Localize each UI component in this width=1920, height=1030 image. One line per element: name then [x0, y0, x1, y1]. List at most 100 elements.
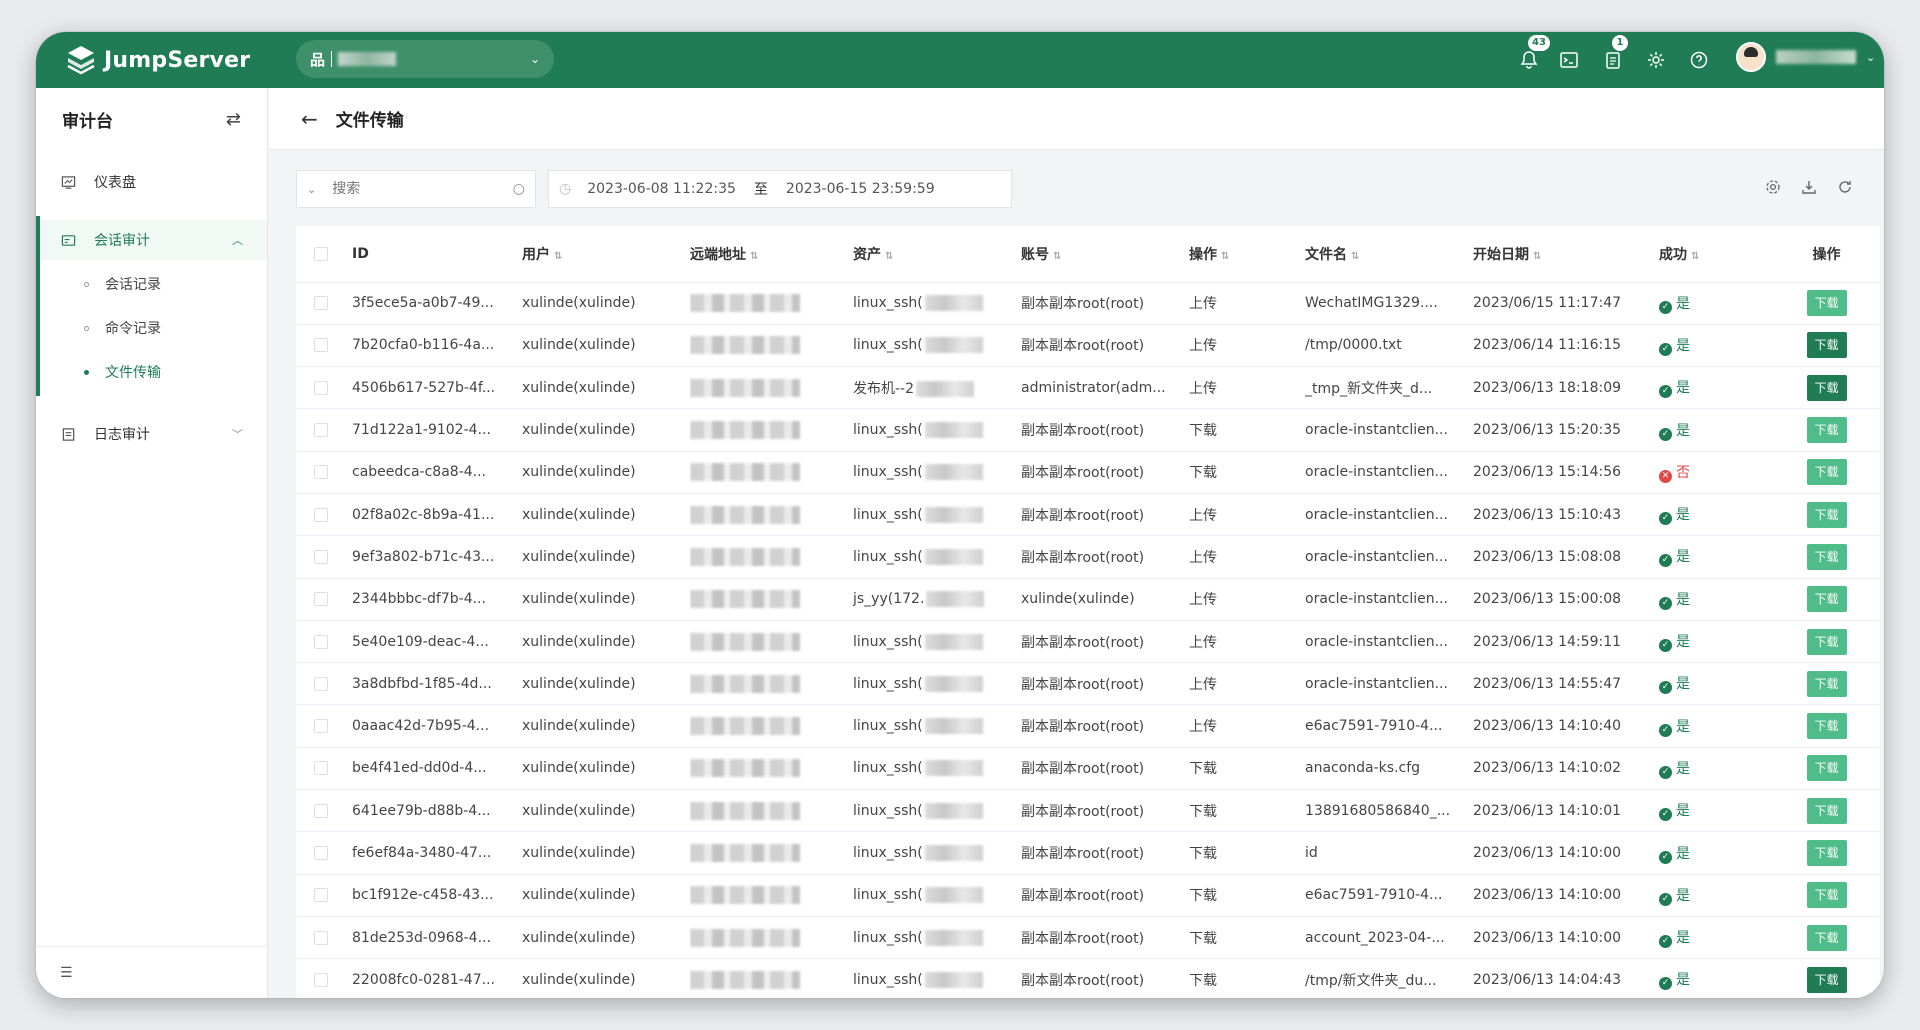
table-row[interactable]: cabeedca-c8a8-4... xulinde(xulinde) linux_…: [296, 451, 1880, 494]
column-header-success[interactable]: 成功 ⇅: [1659, 226, 1773, 283]
table-row[interactable]: 7b20cfa0-b116-4a... xulinde(xulinde) linux…: [296, 324, 1880, 368]
row-checkbox[interactable]: [314, 972, 328, 987]
notifications-button[interactable]: 43: [1514, 35, 1550, 75]
download-button[interactable]: 下载: [1806, 924, 1847, 951]
row-checkbox[interactable]: [314, 423, 328, 438]
column-header-account[interactable]: 账号 ⇅: [1021, 226, 1189, 283]
sidebar-item-dashboard[interactable]: 仪表盘: [36, 162, 267, 202]
download-button[interactable]: 下载: [1806, 882, 1847, 909]
download-button[interactable]: 下载: [1806, 797, 1847, 824]
row-checkbox[interactable]: [314, 761, 328, 776]
sidebar-item-session-audit[interactable]: 会话审计 ︿: [36, 216, 267, 396]
column-header-user[interactable]: 用户 ⇅: [522, 226, 690, 283]
row-checkbox[interactable]: [314, 846, 328, 860]
row-checkbox[interactable]: [314, 380, 328, 395]
row-checkbox[interactable]: [314, 888, 328, 903]
row-checkbox[interactable]: [314, 592, 328, 607]
table-row[interactable]: 81de253d-0968-4... xulinde(xulinde) linux_…: [296, 916, 1880, 960]
row-checkbox[interactable]: [314, 719, 328, 734]
date-to[interactable]: 2023-06-15 23:59:59: [786, 181, 935, 197]
collapse-sidebar-button[interactable]: ☰: [36, 946, 267, 998]
refresh-icon[interactable]: [1836, 178, 1854, 196]
table-row[interactable]: 3f5ece5a-a0b7-49... xulinde(xulinde) linux…: [296, 282, 1880, 325]
download-button[interactable]: 下载: [1806, 501, 1847, 528]
column-header-start-date[interactable]: 开始日期 ⇅: [1473, 226, 1659, 283]
search-box[interactable]: ⌄ ○: [296, 170, 536, 208]
org-select[interactable]: 品 ⌄: [296, 40, 554, 78]
table-row[interactable]: 2344bbbc-df7b-4... xulinde(xulinde) js_yy(…: [296, 578, 1880, 621]
download-button[interactable]: 下载: [1806, 332, 1847, 359]
table-row[interactable]: 5e40e109-deac-4... xulinde(xulinde) linux_…: [296, 620, 1880, 664]
download-button[interactable]: 下载: [1806, 713, 1847, 740]
table-row[interactable]: be4f41ed-dd0d-4... xulinde(xulinde) linux_…: [296, 747, 1880, 791]
web-terminal-button[interactable]: [1554, 45, 1584, 75]
column-header-filename[interactable]: 文件名 ⇅: [1305, 226, 1473, 283]
cell-id[interactable]: be4f41ed-dd0d-4...: [352, 747, 522, 791]
download-button[interactable]: 下载: [1806, 290, 1847, 317]
sidebar-item-command-records[interactable]: 命令记录: [36, 308, 267, 348]
row-checkbox[interactable]: [314, 296, 328, 311]
cell-id[interactable]: 02f8a02c-8b9a-41...: [352, 493, 522, 537]
filter-dropdown-icon[interactable]: ⌄: [307, 183, 316, 196]
cell-id[interactable]: 641ee79b-d88b-4...: [352, 789, 522, 833]
download-button[interactable]: 下载: [1806, 459, 1847, 486]
user-menu[interactable]: ⌄: [1736, 42, 1875, 72]
row-checkbox[interactable]: [314, 507, 328, 522]
column-header-asset[interactable]: 资产 ⇅: [853, 226, 1021, 283]
tickets-button[interactable]: 1: [1598, 35, 1628, 75]
date-range-picker[interactable]: ◷ 2023-06-08 11:22:35 至 2023-06-15 23:59…: [548, 170, 1012, 208]
column-header-remote-addr[interactable]: 远端地址 ⇅: [690, 226, 853, 283]
table-row[interactable]: 22008fc0-0281-47... xulinde(xulinde) linux…: [296, 958, 1880, 998]
row-checkbox[interactable]: [314, 803, 328, 818]
table-row[interactable]: fe6ef84a-3480-47... xulinde(xulinde) linux…: [296, 831, 1880, 875]
cell-id[interactable]: 81de253d-0968-4...: [352, 916, 522, 960]
download-button[interactable]: 下载: [1806, 586, 1847, 613]
row-checkbox[interactable]: [314, 338, 328, 353]
cell-id[interactable]: 71d122a1-9102-4...: [352, 408, 522, 452]
download-button[interactable]: 下载: [1806, 374, 1847, 401]
table-row[interactable]: 0aaac42d-7b95-4... xulinde(xulinde) linux_…: [296, 704, 1880, 748]
cell-id[interactable]: 9ef3a802-b71c-43...: [352, 535, 522, 579]
cell-id[interactable]: 22008fc0-0281-47...: [352, 958, 522, 998]
download-button[interactable]: 下载: [1806, 840, 1847, 866]
column-settings-icon[interactable]: [1764, 178, 1782, 196]
download-button[interactable]: 下载: [1806, 417, 1847, 444]
help-button[interactable]: [1684, 45, 1714, 75]
row-checkbox[interactable]: [314, 930, 328, 945]
table-row[interactable]: 71d122a1-9102-4... xulinde(xulinde) linux_…: [296, 408, 1880, 452]
table-row[interactable]: 4506b617-527b-4f... xulinde(xulinde) 发布机--…: [296, 366, 1880, 410]
date-from[interactable]: 2023-06-08 11:22:35: [587, 181, 736, 197]
switch-view-icon[interactable]: ⇄: [226, 109, 241, 130]
table-row[interactable]: 9ef3a802-b71c-43... xulinde(xulinde) linux…: [296, 535, 1880, 579]
cell-id[interactable]: 5e40e109-deac-4...: [352, 620, 522, 664]
download-button[interactable]: 下载: [1806, 670, 1847, 697]
cell-id[interactable]: bc1f912e-c458-43...: [352, 874, 522, 917]
table-row[interactable]: 641ee79b-d88b-4... xulinde(xulinde) linux_…: [296, 789, 1880, 833]
export-icon[interactable]: [1800, 178, 1818, 196]
table-row[interactable]: 02f8a02c-8b9a-41... xulinde(xulinde) linux…: [296, 493, 1880, 537]
cell-id[interactable]: 3f5ece5a-a0b7-49...: [352, 282, 522, 325]
cell-id[interactable]: 4506b617-527b-4f...: [352, 366, 522, 410]
row-checkbox[interactable]: [314, 634, 328, 649]
cell-id[interactable]: fe6ef84a-3480-47...: [352, 831, 522, 875]
sidebar-item-file-transfer[interactable]: 文件传输: [36, 352, 267, 392]
download-button[interactable]: 下载: [1806, 628, 1847, 655]
cell-id[interactable]: 7b20cfa0-b116-4a...: [352, 324, 522, 368]
table-row[interactable]: bc1f912e-c458-43... xulinde(xulinde) linux…: [296, 874, 1880, 917]
row-checkbox[interactable]: [314, 676, 328, 691]
search-input[interactable]: [332, 181, 483, 197]
back-arrow-icon[interactable]: ←: [301, 107, 318, 131]
logo[interactable]: JumpServer: [64, 42, 250, 78]
cell-id[interactable]: 0aaac42d-7b95-4...: [352, 704, 522, 748]
download-button[interactable]: 下载: [1806, 543, 1847, 570]
row-checkbox[interactable]: [314, 549, 328, 564]
cell-id[interactable]: 3a8dbfbd-1f85-4d...: [352, 662, 522, 706]
download-button[interactable]: 下载: [1806, 755, 1847, 782]
row-checkbox[interactable]: [314, 465, 328, 480]
cell-id[interactable]: 2344bbbc-df7b-4...: [352, 578, 522, 621]
download-button[interactable]: 下载: [1806, 966, 1847, 993]
column-header-operation[interactable]: 操作 ⇅: [1189, 226, 1305, 283]
sidebar-item-session-records[interactable]: 会话记录: [36, 264, 267, 304]
table-row[interactable]: 3a8dbfbd-1f85-4d... xulinde(xulinde) linux…: [296, 662, 1880, 706]
sidebar-item-log-audit[interactable]: 日志审计 ﹀: [36, 414, 267, 454]
